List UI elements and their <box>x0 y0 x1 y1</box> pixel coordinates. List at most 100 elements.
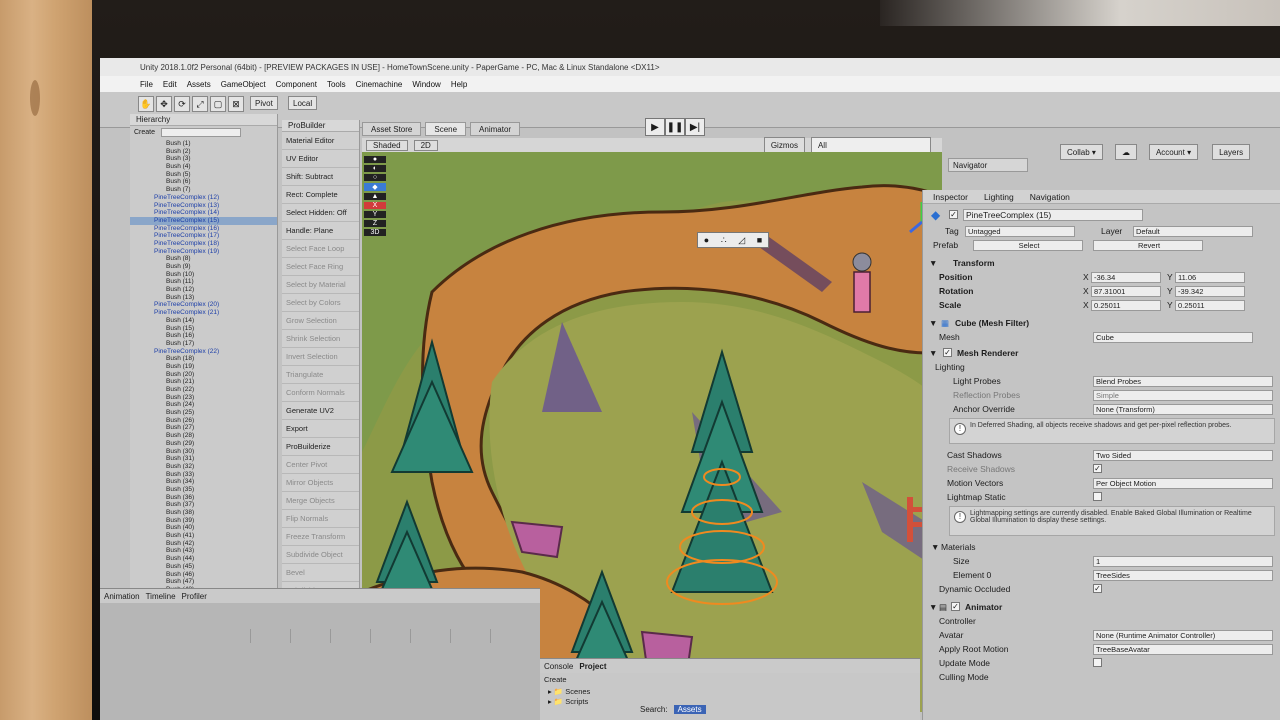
hierarchy-item[interactable]: Bush (29) <box>130 440 277 448</box>
hierarchy-item[interactable]: Bush (41) <box>130 532 277 540</box>
probuilder-action[interactable]: Material Editor <box>282 132 359 150</box>
hierarchy-item[interactable]: Bush (1) <box>130 140 277 148</box>
object-mode-icon[interactable]: ■ <box>757 235 762 245</box>
tab-animation[interactable]: Animation <box>104 592 140 601</box>
hierarchy-item[interactable]: Bush (23) <box>130 394 277 402</box>
hierarchy-item[interactable]: PineTreeComplex (18) <box>130 240 277 248</box>
transform-tool-button[interactable]: ⊠ <box>228 96 244 112</box>
hierarchy-item[interactable]: Bush (39) <box>130 517 277 525</box>
hierarchy-item[interactable]: PineTreeComplex (12) <box>130 194 277 202</box>
object-name-field[interactable]: PineTreeComplex (15) <box>963 209 1143 221</box>
light-probes-dropdown[interactable]: Blend Probes <box>1093 375 1273 387</box>
tab-project[interactable]: Project <box>579 662 606 671</box>
probuilder-action[interactable]: Flip Normals <box>282 510 359 528</box>
hierarchy-item[interactable]: Bush (44) <box>130 555 277 563</box>
timeline-ruler[interactable] <box>250 629 530 643</box>
hierarchy-item[interactable]: Bush (16) <box>130 332 277 340</box>
mesh-field[interactable]: Cube <box>1093 331 1253 343</box>
hierarchy-item[interactable]: Bush (15) <box>130 325 277 333</box>
move-tool-button[interactable]: ✥ <box>156 96 172 112</box>
hierarchy-item[interactable]: Bush (6) <box>130 178 277 186</box>
hierarchy-item[interactable]: Bush (2) <box>130 148 277 156</box>
object-active-checkbox[interactable]: ✓ <box>949 210 958 219</box>
hierarchy-item[interactable]: Bush (11) <box>130 278 277 286</box>
probuilder-action[interactable]: Handle: Plane <box>282 222 359 240</box>
motion-vectors-dropdown[interactable]: Per Object Motion <box>1093 477 1273 489</box>
hierarchy-item[interactable]: Bush (13) <box>130 294 277 302</box>
hierarchy-item[interactable]: Bush (14) <box>130 317 277 325</box>
scene-side-btn[interactable]: ◐ <box>364 165 386 172</box>
hierarchy-item[interactable]: Bush (43) <box>130 547 277 555</box>
hierarchy-item[interactable]: Bush (7) <box>130 186 277 194</box>
dynamic-occluded-checkbox[interactable]: ✓ <box>1093 584 1102 593</box>
rect-tool-button[interactable]: ▢ <box>210 96 226 112</box>
project-create-button[interactable]: Create <box>544 675 567 684</box>
hierarchy-item[interactable]: PineTreeComplex (19) <box>130 248 277 256</box>
probuilder-action[interactable]: Shrink Selection <box>282 330 359 348</box>
lighting-section[interactable]: Lighting <box>923 360 1280 374</box>
apply-root-motion-checkbox[interactable] <box>1093 658 1102 667</box>
hierarchy-item[interactable]: Bush (24) <box>130 401 277 409</box>
scene-side-btn[interactable]: ◆ <box>364 183 386 191</box>
hierarchy-item[interactable]: Bush (9) <box>130 263 277 271</box>
probuilder-action[interactable]: Subdivide Object <box>282 546 359 564</box>
tab-console[interactable]: Console <box>544 662 573 671</box>
tab-profiler[interactable]: Profiler <box>182 592 207 601</box>
menu-cinemachine[interactable]: Cinemachine <box>356 80 403 89</box>
prefab-select-button[interactable]: Select <box>973 239 1083 251</box>
tab-timeline[interactable]: Timeline <box>146 592 176 601</box>
hierarchy-item[interactable]: Bush (31) <box>130 455 277 463</box>
scene-side-btn[interactable]: ○ <box>364 174 386 181</box>
prefab-revert-button[interactable]: Revert <box>1093 239 1203 251</box>
layer-dropdown[interactable]: Default <box>1133 225 1253 237</box>
materials-size-field[interactable]: 1 <box>1093 555 1273 567</box>
hierarchy-item[interactable]: PineTreeComplex (21) <box>130 309 277 317</box>
hierarchy-item[interactable]: Bush (35) <box>130 486 277 494</box>
tab-lighting[interactable]: Lighting <box>984 192 1014 202</box>
controller-field[interactable]: None (Runtime Animator Controller) <box>1093 629 1273 641</box>
cast-shadows-dropdown[interactable]: Two Sided <box>1093 449 1273 461</box>
tag-dropdown[interactable]: Untagged <box>965 225 1075 237</box>
hierarchy-item[interactable]: Bush (25) <box>130 409 277 417</box>
face-mode-icon[interactable]: ◿ <box>738 235 745 246</box>
probuilder-action[interactable]: Grow Selection <box>282 312 359 330</box>
scene-side-btn[interactable]: Y <box>364 211 386 218</box>
scene-side-btn[interactable]: ● <box>364 156 386 163</box>
local-toggle[interactable]: Local <box>288 96 318 110</box>
hierarchy-item[interactable]: PineTreeComplex (15) <box>130 216 277 225</box>
position-y-field[interactable]: 11.06 <box>1175 271 1245 283</box>
layers-dropdown[interactable]: Layers <box>1212 144 1251 160</box>
2d-toggle[interactable]: 2D <box>413 139 438 151</box>
folder-scenes[interactable]: ▸ 📁 Scenes <box>548 687 590 697</box>
cloud-button[interactable]: ☁ <box>1114 144 1137 160</box>
probuilder-tab[interactable]: ProBuilder <box>282 120 359 132</box>
hierarchy-item[interactable]: Bush (46) <box>130 571 277 579</box>
hierarchy-item[interactable]: Bush (18) <box>130 355 277 363</box>
probuilder-action[interactable]: Center Pivot <box>282 456 359 474</box>
probuilder-action[interactable]: Invert Selection <box>282 348 359 366</box>
hierarchy-item[interactable]: Bush (20) <box>130 371 277 379</box>
vertex-mode-icon[interactable]: ● <box>704 235 709 245</box>
menu-assets[interactable]: Assets <box>187 80 211 89</box>
tab-navigation[interactable]: Navigation <box>1030 192 1070 202</box>
scale-x-field[interactable]: 0.25011 <box>1091 299 1161 311</box>
rotation-y-field[interactable]: -39.342 <box>1175 285 1245 297</box>
probuilder-action[interactable]: Select Face Loop <box>282 240 359 258</box>
menu-gameobject[interactable]: GameObject <box>221 80 266 89</box>
collab-dropdown[interactable]: Collab ▾ <box>1060 144 1103 160</box>
scale-tool-button[interactable]: ⤢ <box>192 96 208 112</box>
hand-tool-button[interactable]: ✋ <box>138 96 154 112</box>
hierarchy-item[interactable]: Bush (19) <box>130 363 277 371</box>
scene-side-btn[interactable]: Z <box>364 220 386 227</box>
menu-help[interactable]: Help <box>451 80 467 89</box>
materials-section[interactable]: ▼ Materials <box>923 540 1280 554</box>
menu-window[interactable]: Window <box>412 80 440 89</box>
rotation-x-field[interactable]: 87.31001 <box>1091 285 1161 297</box>
folder-scripts[interactable]: ▸ 📁 Scripts <box>548 697 590 707</box>
hierarchy-tab[interactable]: Hierarchy <box>130 114 277 126</box>
hierarchy-item[interactable]: Bush (45) <box>130 563 277 571</box>
probuilder-action[interactable]: UV Editor <box>282 150 359 168</box>
position-x-field[interactable]: -36.34 <box>1091 271 1161 283</box>
anchor-override-field[interactable]: None (Transform) <box>1093 403 1273 415</box>
probuilder-action[interactable]: Mirror Objects <box>282 474 359 492</box>
